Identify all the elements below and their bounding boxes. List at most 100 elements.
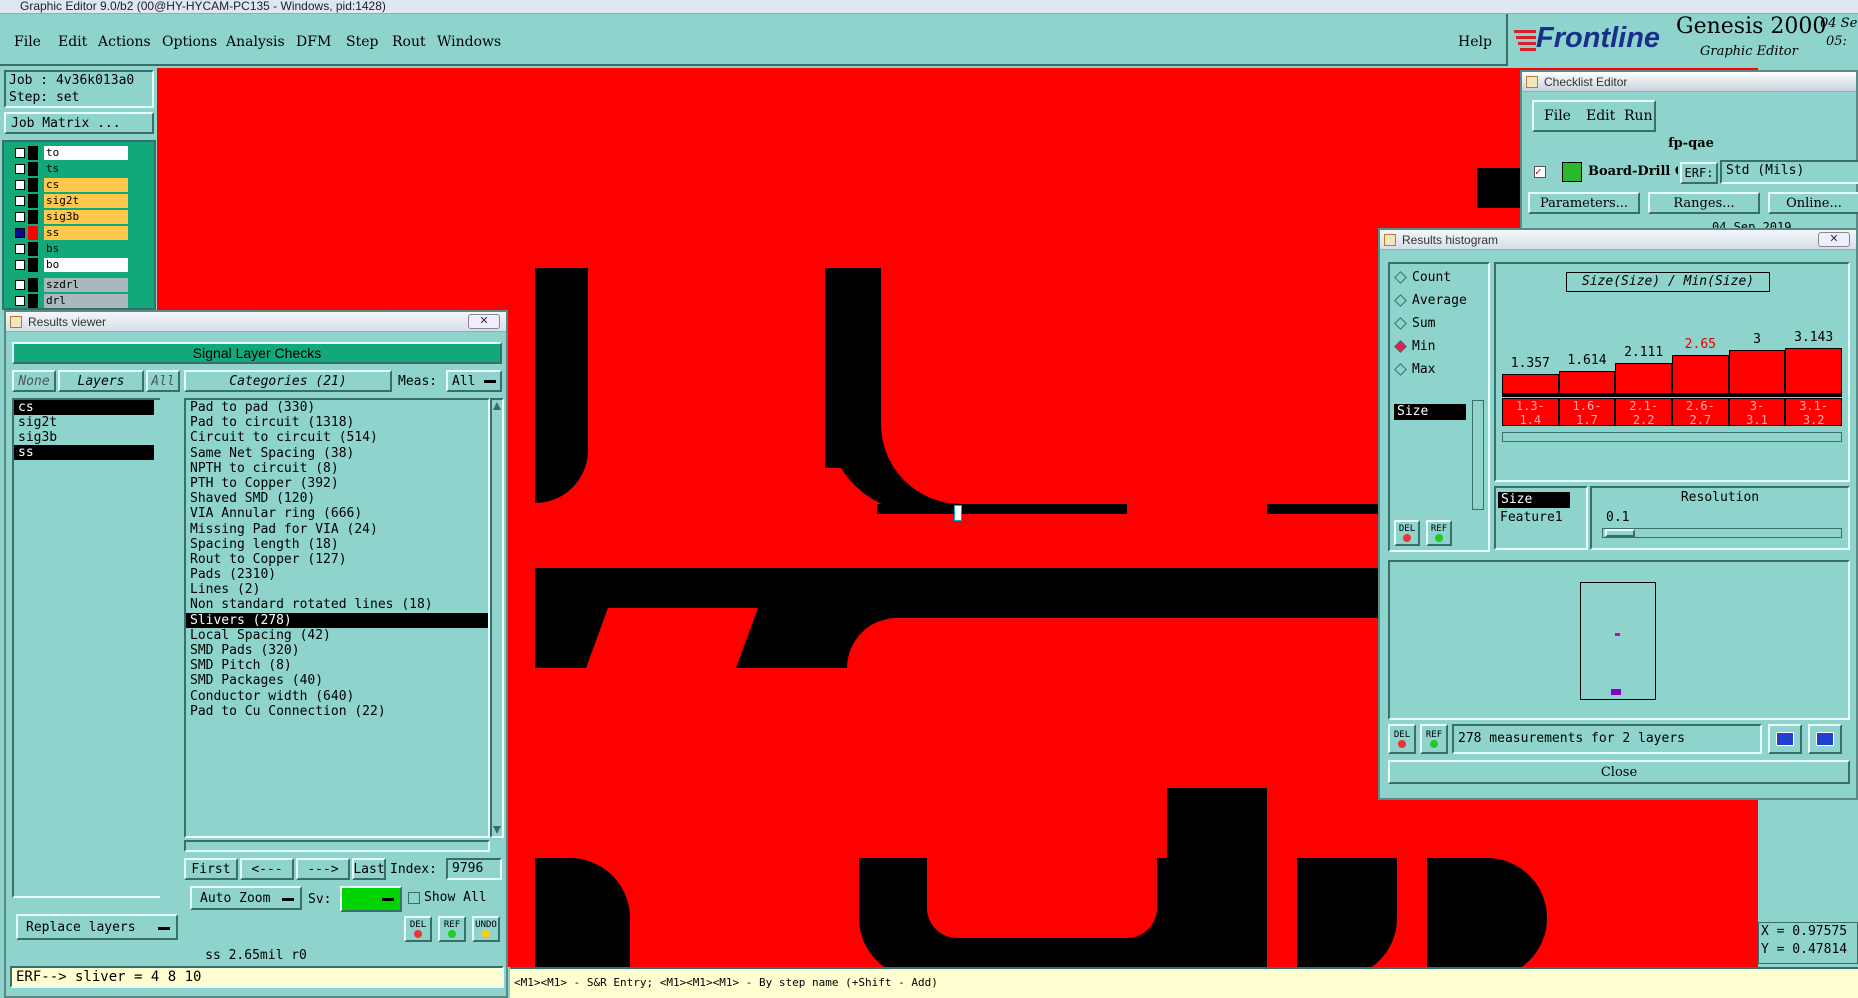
category-item[interactable]: VIA Annular ring (666) [186,506,488,521]
board-drill-check[interactable]: Board-Drill Che [1588,164,1678,179]
category-item[interactable]: SMD Pads (320) [186,643,488,658]
menu-rout[interactable]: Rout [392,34,426,50]
auto-zoom-dropdown[interactable]: Auto Zoom [190,886,302,910]
layer-checkbox[interactable] [15,244,25,254]
layer-name[interactable]: szdrl [44,278,128,292]
category-list-scrollbar[interactable] [490,398,504,838]
category-item[interactable]: PTH to Copper (392) [186,476,488,491]
radio-diamond-icon[interactable] [1394,340,1407,353]
histogram-bar[interactable] [1785,348,1842,394]
layers-button[interactable]: Layers [58,370,144,392]
category-item[interactable]: SMD Pitch (8) [186,658,488,673]
online-button[interactable]: Online... [1768,192,1858,214]
size-list-item[interactable]: Size [1394,404,1466,420]
layer-checkbox[interactable] [15,180,25,190]
category-item[interactable]: Spacing length (18) [186,537,488,552]
close-icon[interactable]: ✕ [468,314,500,329]
category-item[interactable]: Rout to Copper (127) [186,552,488,567]
menu-step[interactable]: Step [346,34,378,50]
layer-row-bs[interactable]: bs [12,242,128,256]
zoom-fit-button[interactable] [1768,724,1802,754]
ranges-button[interactable]: Ranges... [1648,192,1760,214]
layer-name[interactable]: ss [44,226,128,240]
layer-row-szdrl[interactable]: szdrl [12,278,128,292]
hist-del-button[interactable]: DEL [1394,520,1420,546]
layer-name[interactable]: sig2t [44,194,128,208]
layer-checkbox[interactable] [15,164,25,174]
menu-windows[interactable]: Windows [437,34,501,50]
checklist-menu-run[interactable]: Run [1624,108,1653,124]
layer-name[interactable]: bo [44,258,128,272]
histogram-close-button[interactable]: Close [1388,760,1850,784]
layer-checkbox[interactable] [15,280,25,290]
resolution-slider[interactable] [1602,528,1842,538]
check-enable-checkbox[interactable]: ✓ [1534,166,1546,178]
layer-list-scrollbar[interactable] [160,398,168,898]
layer-name[interactable]: to [44,146,128,160]
layer-row-to[interactable]: to [12,146,128,160]
size-field-item[interactable]: Size [1498,492,1570,508]
histogram-hscrollbar[interactable] [1502,432,1842,442]
menu-file[interactable]: File [14,34,41,50]
feature-field-item[interactable]: Feature1 [1500,510,1563,526]
layer-checkbox[interactable] [15,212,25,222]
last-button[interactable]: Last [352,858,386,880]
category-item[interactable]: SMD Packages (40) [186,673,488,688]
radio-diamond-icon[interactable] [1394,294,1407,307]
category-item[interactable]: Missing Pad for VIA (24) [186,522,488,537]
category-item[interactable]: Non standard rotated lines (18) [186,597,488,612]
parameters-button[interactable]: Parameters... [1528,192,1640,214]
category-item[interactable]: Slivers (278) [186,612,488,628]
histogram-bar[interactable] [1615,363,1672,394]
category-list[interactable]: Pad to pad (330) Pad to circuit (1318) Cir… [184,398,490,838]
result-layer-item[interactable]: cs [14,400,154,415]
categories-button[interactable]: Categories (21) [184,370,392,392]
preview-del-button[interactable]: DEL [1388,724,1416,754]
histogram-bar[interactable] [1728,350,1786,394]
first-button[interactable]: First [184,858,238,880]
menu-dfm[interactable]: DFM [296,34,331,50]
result-layer-item[interactable]: sig3b [14,430,154,445]
category-item[interactable]: Local Spacing (42) [186,628,488,643]
scroll-up-icon[interactable] [493,402,501,410]
layers-all-button[interactable]: All [146,370,180,392]
hist-ref-button[interactable]: REF [1426,520,1452,546]
layer-checkbox[interactable] [15,148,25,158]
del-button[interactable]: DEL [404,916,432,942]
layer-name[interactable]: drl [44,294,128,308]
checklist-menu-edit[interactable]: Edit [1586,108,1615,124]
meas-dropdown[interactable]: All [446,370,502,392]
category-hscrollbar[interactable] [184,840,490,852]
category-item[interactable]: Conductor width (640) [186,689,488,704]
layer-row-sig2t[interactable]: sig2t [12,194,128,208]
show-all-checkbox[interactable] [408,892,420,904]
menu-help[interactable]: Help [1458,34,1492,50]
erf-value-field[interactable]: Std (Mils) [1720,160,1858,184]
result-layer-item[interactable]: sig2t [14,415,154,430]
histogram-bar[interactable] [1672,355,1729,394]
layer-row-sig3b[interactable]: sig3b [12,210,128,224]
category-item[interactable]: Shaved SMD (120) [186,491,488,506]
zoom-selection-button[interactable] [1808,724,1842,754]
layer-checkbox[interactable] [15,296,25,306]
layer-name[interactable]: ts [44,162,128,176]
severity-color-dropdown[interactable] [340,886,402,912]
layer-name[interactable]: cs [44,178,128,192]
category-item[interactable]: Pad to pad (330) [186,400,488,415]
histogram-bar[interactable] [1502,374,1559,394]
next-button[interactable]: ---> [296,858,350,880]
size-list-scrollbar[interactable] [1472,400,1484,510]
replace-layers-dropdown[interactable]: Replace layers [16,914,178,940]
category-item[interactable]: Same Net Spacing (38) [186,446,488,461]
menu-actions[interactable]: Actions [98,34,151,50]
category-item[interactable]: Pad to circuit (1318) [186,415,488,430]
menu-edit[interactable]: Edit [58,34,87,50]
layer-results-list[interactable]: cs sig2t sig3b ss [12,398,168,898]
layer-row-ss[interactable]: ss [12,226,128,240]
layer-row-cs[interactable]: cs [12,178,128,192]
undo-button[interactable]: UNDO [472,916,500,942]
scroll-down-icon[interactable] [493,826,501,834]
category-item[interactable]: NPTH to circuit (8) [186,461,488,476]
preview-ref-button[interactable]: REF [1420,724,1448,754]
layer-name[interactable]: bs [44,242,128,256]
